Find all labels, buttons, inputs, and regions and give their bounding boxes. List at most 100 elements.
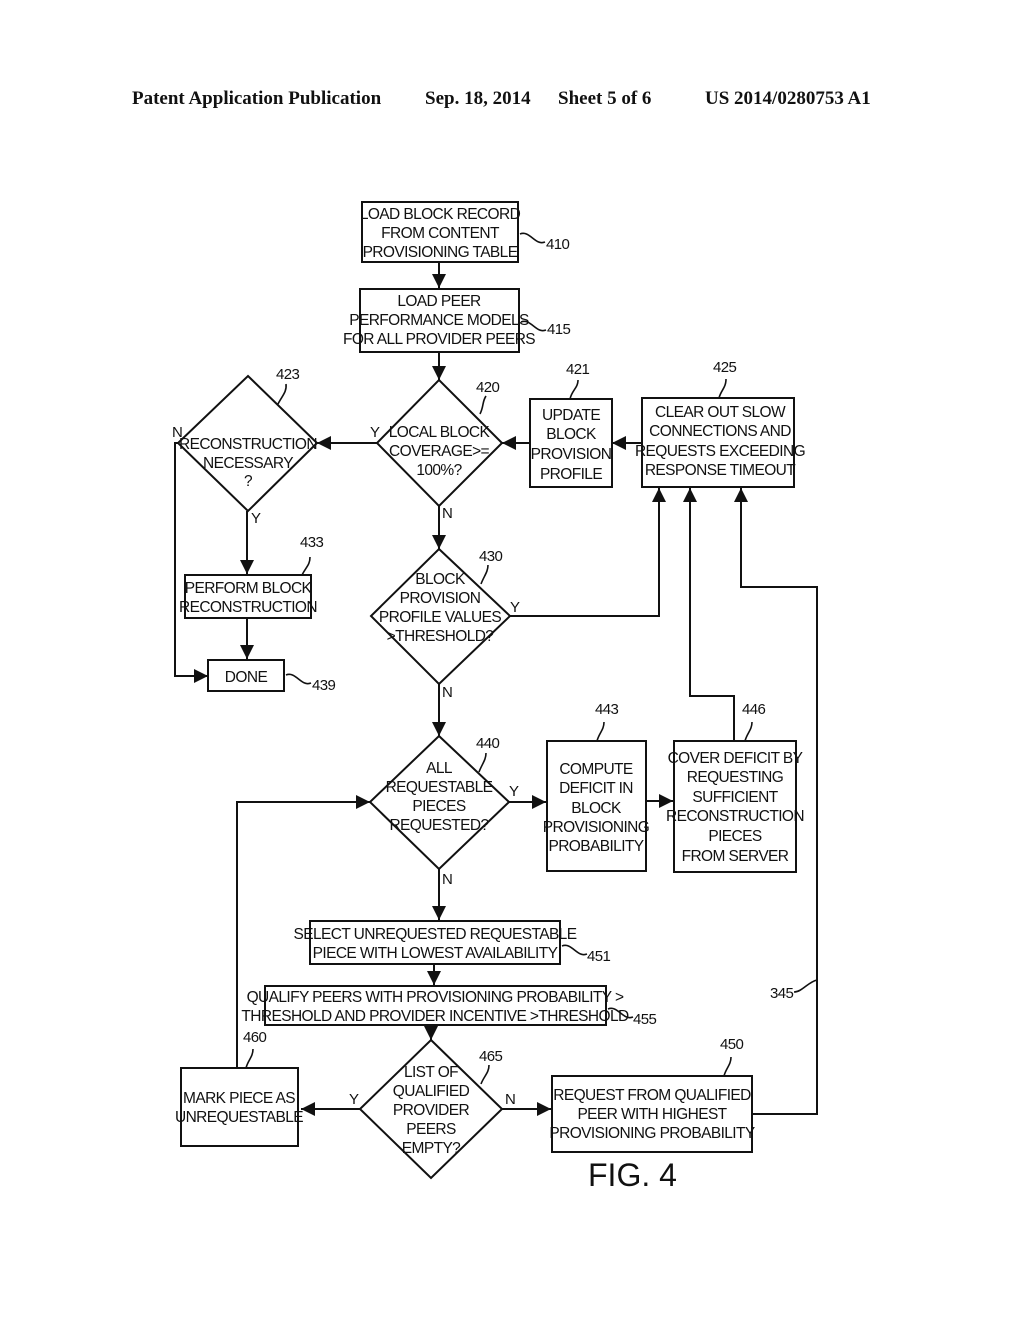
node-433-line-1: PERFORM BLOCK: [185, 580, 313, 597]
flowchart: LOAD BLOCK RECORD FROM CONTENT PROVISION…: [172, 201, 818, 1193]
node-440-line-4: REQUESTED?: [389, 817, 489, 834]
ref-450: 450: [720, 1036, 743, 1053]
node-446-line-6: FROM SERVER: [682, 848, 789, 865]
node-455-line-1: QUALIFY PEERS WITH PROVISIONING PROBABIL…: [247, 989, 624, 1006]
ref-465: 465: [479, 1048, 502, 1065]
ref-420: 420: [476, 379, 499, 396]
node-420-line-2: COVERAGE>=: [389, 443, 490, 460]
leader-465: [480, 1064, 490, 1085]
node-423-line-3: ?: [244, 473, 253, 490]
ref-345: 345: [770, 985, 793, 1002]
leader-423: [277, 383, 287, 405]
leader-425: [718, 378, 727, 399]
node-410-line-3: PROVISIONING TABLE: [363, 244, 518, 261]
node-446-line-1: COVER DEFICIT BY: [668, 750, 803, 767]
node-451-line-2: PIECE WITH LOWEST AVAILABILITY: [313, 945, 558, 962]
node-420-local-block-coverage: LOCAL BLOCK COVERAGE>= 100%?: [375, 378, 504, 508]
node-446-line-5: PIECES: [708, 828, 762, 845]
node-415-line-2: PERFORMANCE MODELS: [349, 312, 529, 329]
node-465-line-2: QUALIFIED: [393, 1083, 470, 1100]
node-423-line-2: NECESSARY: [203, 455, 293, 472]
node-415-line-3: FOR ALL PROVIDER PEERS: [343, 331, 535, 348]
node-421-update-block-provision: UPDATE BLOCK PROVISION PROFILE: [529, 398, 613, 488]
leader-439: [285, 673, 312, 685]
ref-430: 430: [479, 548, 502, 565]
label-420-no: N: [442, 505, 453, 522]
label-465-yes: Y: [349, 1091, 359, 1108]
node-425-clear-slow-connections: CLEAR OUT SLOW CONNECTIONS AND REQUESTS …: [635, 397, 806, 488]
node-423-reconstruction-necessary: RECONSTRUCTION NECESSARY ?: [176, 374, 319, 513]
node-440-line-1: ALL: [426, 760, 453, 777]
node-430-line-1: BLOCK: [415, 571, 466, 588]
node-410-line-1: LOAD BLOCK RECORD: [360, 206, 521, 223]
node-410-line-2: FROM CONTENT: [381, 225, 500, 242]
node-465-line-5: EMPTY?: [402, 1140, 461, 1157]
node-425-line-4: RESPONSE TIMEOUT: [645, 462, 796, 479]
ref-423: 423: [276, 366, 299, 383]
ref-410: 410: [546, 236, 569, 253]
node-465-line-1: LIST OF: [404, 1064, 458, 1081]
node-415-load-peer-models: LOAD PEER PERFORMANCE MODELS FOR ALL PRO…: [343, 288, 536, 353]
ref-455: 455: [633, 1011, 656, 1028]
leader-420: [479, 395, 487, 415]
node-460-mark-unrequestable: MARK PIECE AS UNREQUESTABLE: [175, 1067, 304, 1147]
node-430-line-2: PROVISION: [400, 590, 481, 607]
node-430-profile-values-threshold: BLOCK PROVISION PROFILE VALUES >THRESHOL…: [369, 547, 512, 686]
node-433-line-2: RECONSTRUCTION: [179, 599, 317, 616]
node-450-line-1: REQUEST FROM QUALIFIED: [553, 1087, 751, 1104]
leader-430: [480, 564, 489, 585]
ref-425: 425: [713, 359, 736, 376]
node-439-done: DONE: [207, 659, 285, 692]
node-425-line-2: CONNECTIONS AND: [649, 423, 791, 440]
label-440-yes: Y: [509, 783, 519, 800]
node-415-line-1: LOAD PEER: [397, 293, 481, 310]
leader-446: [744, 721, 753, 742]
node-440-line-3: PIECES: [412, 798, 466, 815]
leader-410: [519, 232, 546, 244]
node-439-line-1: DONE: [225, 669, 268, 686]
node-455-line-2: THRESHOLD AND PROVIDER INCENTIVE >THRESH…: [241, 1008, 629, 1025]
node-460-line-2: UNREQUESTABLE: [175, 1109, 303, 1126]
node-455-qualify-peers: QUALIFY PEERS WITH PROVISIONING PROBABIL…: [241, 985, 630, 1026]
ref-439: 439: [312, 677, 335, 694]
node-420-line-3: 100%?: [416, 462, 462, 479]
node-443-line-4: PROVISIONING: [543, 819, 650, 836]
arrow-430-425: [510, 488, 666, 617]
ref-460: 460: [243, 1029, 266, 1046]
node-443-line-2: DEFICIT IN: [559, 780, 633, 797]
node-446-line-3: SUFFICIENT: [692, 789, 778, 806]
node-421-line-1: UPDATE: [542, 407, 600, 424]
leader-433: [301, 556, 311, 576]
leader-345: [793, 979, 818, 993]
node-425-line-3: REQUESTS EXCEEDING: [635, 443, 805, 460]
node-440-line-2: REQUESTABLE: [386, 779, 493, 796]
ref-415: 415: [547, 321, 570, 338]
label-423-yes: Y: [251, 510, 261, 527]
node-440-all-pieces-requested: ALL REQUESTABLE PIECES REQUESTED?: [368, 734, 511, 871]
figure-label: FIG. 4: [588, 1157, 677, 1193]
ref-421: 421: [566, 361, 589, 378]
leader-451: [561, 944, 588, 956]
arrow-423-439: [174, 442, 208, 683]
node-425-line-1: CLEAR OUT SLOW: [655, 404, 786, 421]
node-446-line-2: REQUESTING: [687, 769, 783, 786]
node-446-cover-deficit: COVER DEFICIT BY REQUESTING SUFFICIENT R…: [666, 740, 805, 873]
ref-446: 446: [742, 701, 765, 718]
node-450-line-3: PROVISIONING PROBABILITY: [549, 1125, 754, 1142]
ref-433: 433: [300, 534, 323, 551]
node-410-load-block-record: LOAD BLOCK RECORD FROM CONTENT PROVISION…: [360, 201, 521, 263]
arrow-446-425: [683, 488, 735, 741]
leader-450: [723, 1056, 732, 1077]
node-443-compute-deficit: COMPUTE DEFICIT IN BLOCK PROVISIONING PR…: [543, 740, 650, 872]
node-465-line-4: PEERS: [406, 1121, 456, 1138]
leader-421: [569, 379, 579, 400]
label-465-no: N: [505, 1091, 516, 1108]
node-423-line-1: RECONSTRUCTION: [179, 436, 317, 453]
node-446-line-4: RECONSTRUCTION: [666, 808, 804, 825]
label-423-no: N: [172, 424, 183, 441]
node-430-line-4: >THRESHOLD?: [387, 628, 495, 645]
label-430-no: N: [442, 684, 453, 701]
node-430-line-3: PROFILE VALUES: [379, 609, 502, 626]
ref-451: 451: [587, 948, 610, 965]
node-465-line-3: PROVIDER: [393, 1102, 470, 1119]
